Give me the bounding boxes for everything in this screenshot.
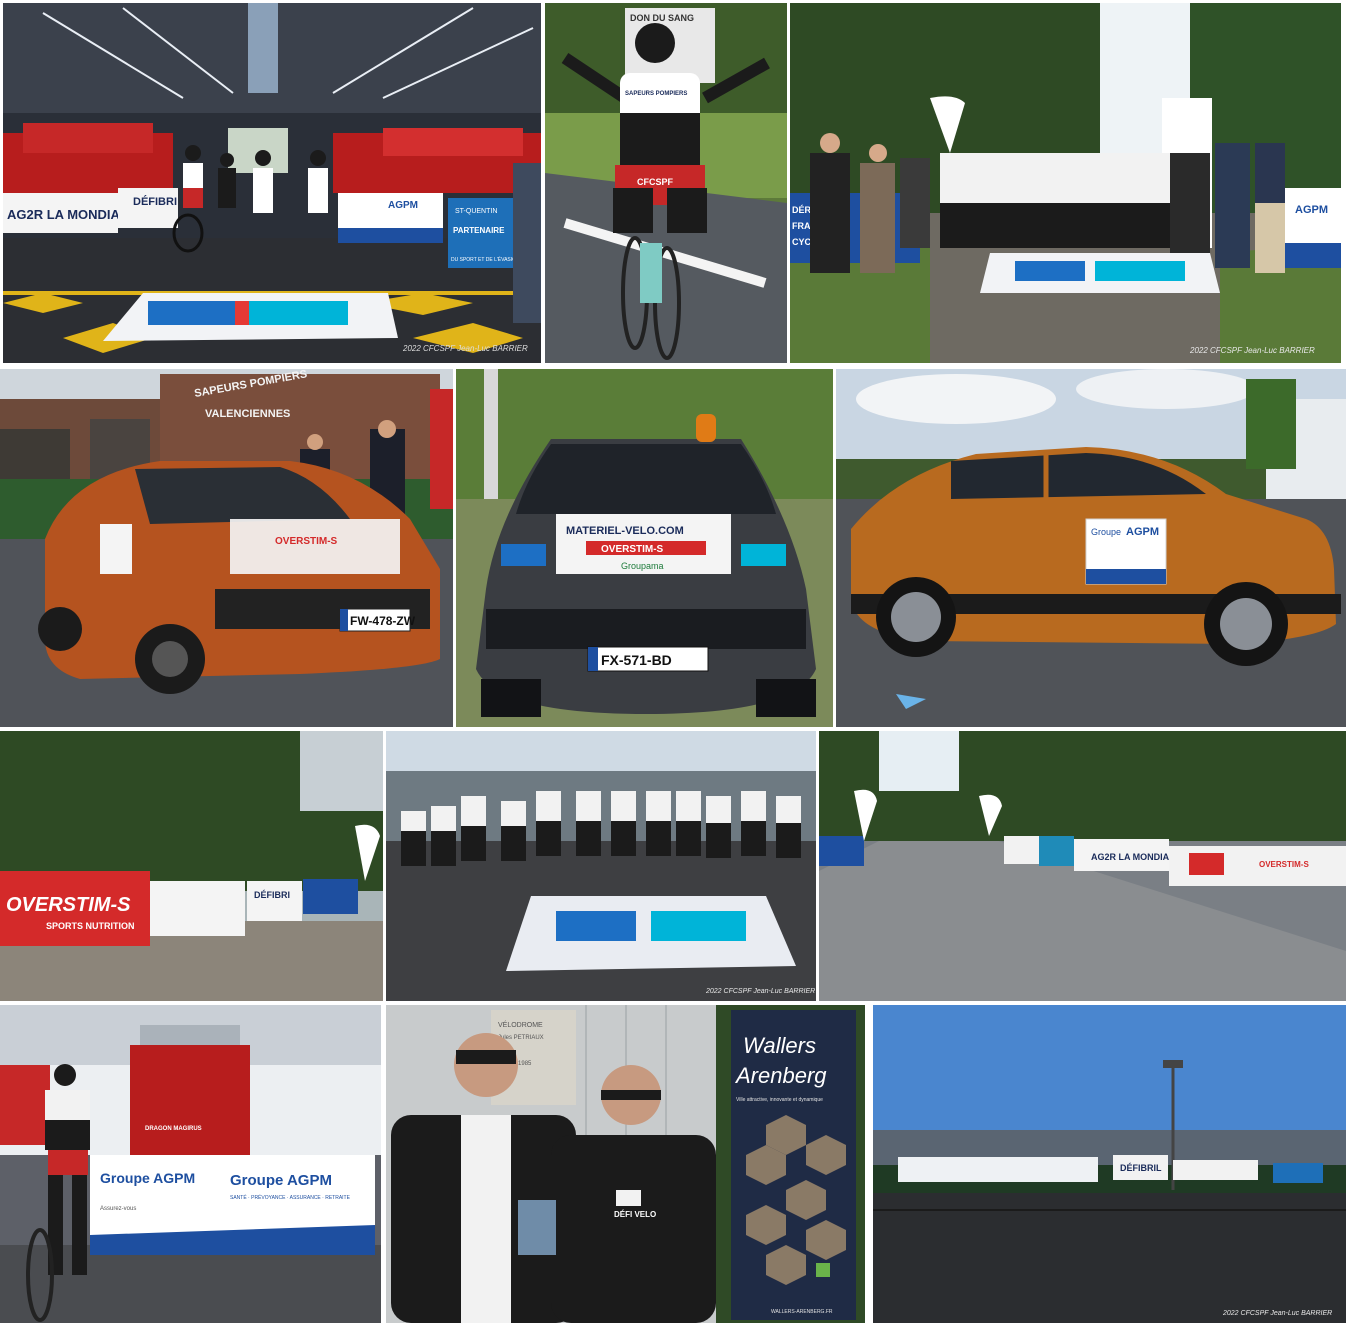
banner-overstim: OVERSTIM-S — [6, 894, 131, 916]
banner-defibril: DÉFIBRIL — [1120, 1163, 1162, 1173]
photo-team-lineup-velodrome-image: 2022 CFCSPF Jean-Luc BARRIER — [386, 731, 816, 1001]
banner-agpm-1: Groupe AGPM — [100, 1170, 195, 1186]
sign-valenciennes: VALENCIENNES — [205, 408, 290, 420]
hood-overstim: OVERSTIM-S — [601, 544, 664, 555]
photo-credit: 2022 CFCSPF Jean-Luc BARRIER — [1189, 346, 1315, 355]
hood-groupama: Groupama — [621, 561, 664, 571]
banner-agpm-sub: SANTÉ · PRÉVOYANCE · ASSURANCE · RETRAIT… — [230, 1194, 351, 1201]
photo-overstim-banners: OVERSTIM-S SPORTS NUTRITION DÉFIBRI — [0, 731, 383, 1001]
plaque-velodrome: VÉLODROME — [498, 1020, 543, 1029]
truck-label: DRAGON MAGIRUS — [145, 1126, 202, 1132]
license-plate-fw: FW-478-ZW — [350, 614, 416, 628]
photo-credit: 2022 CFCSPF Jean-Luc BARRIER — [705, 988, 815, 995]
photo-orange-car-side: Groupe AGPM — [836, 369, 1346, 727]
banner-overstim: OVERSTIM-S — [1259, 860, 1309, 869]
license-plate-fx: FX-571-BD — [601, 652, 672, 668]
banner-defibril: DÉFIBRI — [133, 195, 177, 208]
photo-orange-car-caserne: SAPEURS POMPIERS VALENCIENNES OVERSTIM-S… — [0, 369, 453, 727]
photo-arenberg-trench-banners: AG2R LA MONDIALE OVERSTIM-S — [819, 731, 1346, 1001]
photo-velodrome-track: DÉFIBRIL 2022 CFCSPF Jean-Luc BARRIER — [873, 1005, 1346, 1323]
jacket-defi-velo: DÉFI VELO — [614, 1210, 656, 1219]
photo-orange-car-caserne-image: SAPEURS POMPIERS VALENCIENNES OVERSTIM-S… — [0, 369, 453, 727]
banner-ag2r: AG2R LA MONDIALE — [1091, 852, 1181, 862]
photo-arenberg-trench-banners-image: AG2R LA MONDIALE OVERSTIM-S — [819, 731, 1346, 1001]
banner-defibril: DÉFIBRI — [254, 890, 290, 900]
photo-trophy-wallers-arenberg-image: VÉLODROME Jules PETRIAUX 1977 – 1985 DÉF… — [386, 1005, 865, 1323]
banner-sport-evasion: DU SPORT ET DE L'ÉVASION — [451, 256, 520, 263]
rollup-url: WALLERS-ARENBERG.FR — [771, 1309, 833, 1315]
banner-agpm: AGPM — [388, 200, 418, 211]
photo-grey-car-front: MATERIEL-VELO.COM OVERSTIM-S Groupama FX… — [456, 369, 833, 727]
banner-agpm-small: Assurez-vous — [100, 1206, 136, 1212]
photo-team-group-road: DÉRATION FRANÇAISE CYCLISME AGPM 2022 CF… — [790, 3, 1341, 363]
door-agpm: AGPM — [1126, 526, 1159, 538]
photo-trophy-wallers-arenberg: VÉLODROME Jules PETRIAUX 1977 – 1985 DÉF… — [386, 1005, 865, 1323]
photo-fire-station-start-image: AG2R LA MONDIALE DÉFIBRI AGPM ST-QUENTIN… — [3, 3, 541, 363]
jersey-cfcspf: CFCSPF — [637, 177, 674, 187]
photo-cyclist-arms-raised: DON DU SANG SAPEURS POMPIERS CFCSPF — [545, 3, 787, 363]
photo-overstim-banners-image: OVERSTIM-S SPORTS NUTRITION DÉFIBRI — [0, 731, 383, 1001]
rollup-arenberg: Arenberg — [734, 1063, 827, 1088]
banner-agpm-2: Groupe AGPM — [230, 1172, 332, 1189]
photo-cyclist-agpm-banner-image: DRAGON MAGIRUS Groupe AGPM Groupe AGPM S… — [0, 1005, 381, 1323]
photo-grey-car-front-image: MATERIEL-VELO.COM OVERSTIM-S Groupama FX… — [456, 369, 833, 727]
photo-credit: 2022 CFCSPF Jean-Luc BARRIER — [402, 344, 528, 353]
banner-agpm-right: AGPM — [1295, 204, 1328, 216]
banner-ag2r: AG2R LA MONDIALE — [7, 207, 137, 222]
photo-cyclist-arms-raised-image: DON DU SANG SAPEURS POMPIERS CFCSPF — [545, 3, 787, 363]
sign-don-du-sang: DON DU SANG — [630, 13, 694, 23]
photo-velodrome-track-image: DÉFIBRIL 2022 CFCSPF Jean-Luc BARRIER — [873, 1005, 1346, 1323]
hood-materiel-velo: MATERIEL-VELO.COM — [566, 525, 684, 537]
photo-team-group-road-image: DÉRATION FRANÇAISE CYCLISME AGPM 2022 CF… — [790, 3, 1341, 363]
photo-credit: 2022 CFCSPF Jean-Luc BARRIER — [1222, 1310, 1332, 1317]
banner-sports-nutrition: SPORTS NUTRITION — [46, 921, 135, 931]
hood-overstim: OVERSTIM-S — [275, 536, 338, 547]
rollup-tagline: Ville attractive, innovante et dynamique — [736, 1097, 823, 1103]
banner-st-quentin: ST-QUENTIN — [455, 208, 497, 215]
banner-partenaire: PARTENAIRE — [453, 226, 505, 235]
photo-orange-car-side-image: Groupe AGPM — [836, 369, 1346, 727]
photo-fire-station-start: AG2R LA MONDIALE DÉFIBRI AGPM ST-QUENTIN… — [3, 3, 541, 363]
jersey-sapeurs-pompiers: SAPEURS POMPIERS — [625, 91, 687, 97]
photo-cyclist-agpm-banner: DRAGON MAGIRUS Groupe AGPM Groupe AGPM S… — [0, 1005, 381, 1323]
rollup-wallers: Wallers — [743, 1033, 816, 1058]
photo-team-lineup-velodrome: 2022 CFCSPF Jean-Luc BARRIER — [386, 731, 816, 1001]
door-groupe: Groupe — [1091, 527, 1121, 537]
